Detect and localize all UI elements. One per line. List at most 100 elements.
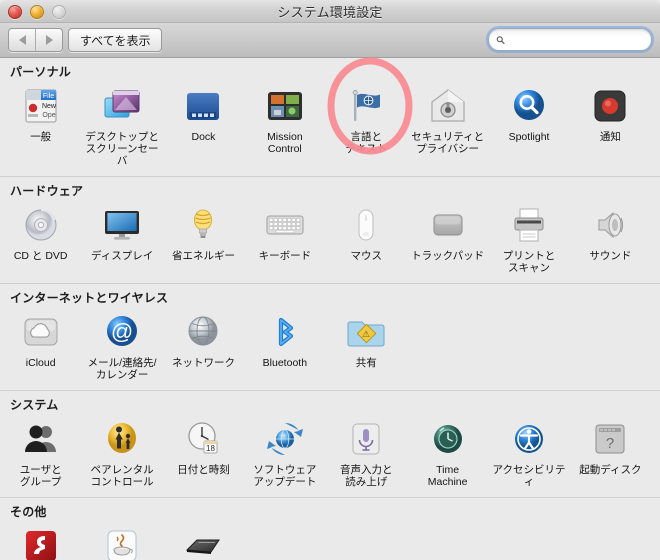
svg-text:File: File <box>43 93 54 100</box>
date-time-icon: 18 <box>181 417 225 461</box>
search-icon <box>496 35 505 44</box>
pref-pane-spotlight[interactable]: Spotlight <box>488 82 569 170</box>
window-titlebar: システム環境設定 <box>0 0 660 23</box>
pref-pane-wacom-tablet[interactable]: ワコム タブレット <box>163 522 244 560</box>
energy-saver-icon <box>181 203 225 247</box>
pref-pane-label: プリントと スキャン <box>502 250 556 274</box>
system-preferences-window: システム環境設定 すべてを表示 パーソナル File New Ope 一般 デスクトップと… <box>0 0 660 560</box>
section-title: ハードウェア <box>10 184 84 198</box>
svg-text:⚠: ⚠ <box>362 329 370 339</box>
pref-pane-label: メール/連絡先/カレンダー <box>87 357 157 381</box>
pref-pane-time-machine[interactable]: Time Machine <box>407 415 488 491</box>
users-groups-icon <box>19 417 63 461</box>
general-icon: File New Ope <box>19 84 63 128</box>
pref-pane-flash-player[interactable]: Flash Player <box>0 522 81 560</box>
pref-pane-trackpad[interactable]: トラックパッド <box>407 201 488 277</box>
section-title: インターネットとワイヤレス <box>10 291 169 305</box>
pref-pane-security-privacy[interactable]: セキュリティと プライバシー <box>407 82 488 170</box>
navigation-segmented-control[interactable] <box>8 28 63 52</box>
pref-pane-label: トラックパッド <box>411 250 485 262</box>
window-title: システム環境設定 <box>277 5 383 20</box>
pref-pane-mail-contacts-calendars[interactable]: @ メール/連絡先/カレンダー <box>81 308 162 384</box>
pref-pane-cd-dvd[interactable]: CD と DVD <box>0 201 81 277</box>
pref-pane-software-update[interactable]: ソフトウェア アップデート <box>244 415 325 491</box>
security-privacy-icon <box>426 84 470 128</box>
network-icon <box>181 310 225 354</box>
pref-pane-sharing[interactable]: ⚠ 共有 <box>326 308 407 384</box>
pref-pane-date-time[interactable]: 18 日付と時刻 <box>163 415 244 491</box>
preference-section: インターネットとワイヤレス iCloud @ メール/連絡先/カレンダー ネットワーク B… <box>0 283 660 390</box>
pref-pane-label: マウス <box>350 250 383 262</box>
pref-pane-label: ソフトウェア アップデート <box>253 464 317 488</box>
pref-pane-general[interactable]: File New Ope 一般 <box>0 82 81 170</box>
pref-pane-language-text[interactable]: 言語と テキスト <box>326 82 407 170</box>
trackpad-icon <box>426 203 470 247</box>
preference-section: その他 Flash PlayerJavaワコム タブレット <box>0 497 660 560</box>
pref-pane-label: ディスプレイ <box>90 250 154 262</box>
dictation-speech-icon <box>344 417 388 461</box>
icloud-icon <box>19 310 63 354</box>
section-title: システム <box>10 398 59 412</box>
bluetooth-icon <box>263 310 307 354</box>
search-input[interactable] <box>509 31 651 48</box>
dock-icon <box>181 84 225 128</box>
pref-pane-desktop-screensaver[interactable]: デスクトップと スクリーンセーバ <box>81 82 162 170</box>
section-title: パーソナル <box>10 65 72 79</box>
preference-section: ハードウェア CD と DVD ディスプレイ 省エネルギー キーボード マウス トラックパッ… <box>0 176 660 283</box>
pref-pane-label: ペアレンタル コントロール <box>90 464 154 488</box>
pref-pane-displays[interactable]: ディスプレイ <box>81 201 162 277</box>
pref-pane-print-scan[interactable]: プリントと スキャン <box>488 201 569 277</box>
pref-pane-dock[interactable]: Dock <box>163 82 244 170</box>
preference-grid: File New Ope 一般 デスクトップと スクリーンセーバ Dock Mission Co… <box>0 82 660 176</box>
pref-pane-label: 日付と時刻 <box>177 464 230 476</box>
pref-pane-label: 通知 <box>599 131 621 143</box>
search-field[interactable] <box>488 28 652 51</box>
mail-contacts-calendars-icon: @ <box>100 310 144 354</box>
preference-grid: iCloud @ メール/連絡先/カレンダー ネットワーク Bluetooth ⚠ 共有 <box>0 308 660 390</box>
time-machine-icon <box>426 417 470 461</box>
pref-pane-keyboard[interactable]: キーボード <box>244 201 325 277</box>
chevron-left-icon <box>18 35 26 45</box>
pref-pane-notifications[interactable]: 通知 <box>570 82 651 170</box>
pref-pane-label: 言語と テキスト <box>345 131 388 155</box>
pref-pane-label: Bluetooth <box>262 357 308 369</box>
pref-pane-label: Mission Control <box>267 131 303 155</box>
mission-control-icon <box>263 84 307 128</box>
startup-disk-icon: ? <box>588 417 632 461</box>
pref-pane-bluetooth[interactable]: Bluetooth <box>244 308 325 384</box>
svg-text:?: ? <box>606 435 614 452</box>
cd-dvd-icon <box>19 203 63 247</box>
pref-pane-mission-control[interactable]: Mission Control <box>244 82 325 170</box>
back-button[interactable] <box>9 29 35 51</box>
pref-pane-label: 音声入力と 読み上げ <box>340 464 393 488</box>
flash-player-icon <box>19 524 63 560</box>
sharing-icon: ⚠ <box>344 310 388 354</box>
pref-pane-users-groups[interactable]: ユーザと グループ <box>0 415 81 491</box>
pref-pane-sound[interactable]: サウンド <box>570 201 651 277</box>
pref-pane-label: Spotlight <box>508 131 550 143</box>
pref-pane-label: ユーザと グループ <box>19 464 62 488</box>
section-title: その他 <box>10 505 47 519</box>
pref-pane-label: 共有 <box>355 357 377 369</box>
pref-pane-icloud[interactable]: iCloud <box>0 308 81 384</box>
pref-pane-label: 起動ディスク <box>579 464 642 476</box>
desktop-screensaver-icon <box>100 84 144 128</box>
pref-pane-accessibility[interactable]: アクセシビリティ <box>488 415 569 491</box>
pref-pane-startup-disk[interactable]: ? 起動ディスク <box>570 415 651 491</box>
show-all-button[interactable]: すべてを表示 <box>68 28 163 52</box>
pref-pane-parental-controls[interactable]: ペアレンタル コントロール <box>81 415 162 491</box>
forward-button[interactable] <box>35 29 62 51</box>
pref-pane-energy-saver[interactable]: 省エネルギー <box>163 201 244 277</box>
pref-pane-java[interactable]: Java <box>81 522 162 560</box>
wacom-tablet-icon <box>181 524 225 560</box>
print-scan-icon <box>507 203 551 247</box>
pref-pane-network[interactable]: ネットワーク <box>163 308 244 384</box>
pref-pane-label: サウンド <box>589 250 632 262</box>
svg-text:18: 18 <box>207 444 216 453</box>
toolbar: すべてを表示 <box>0 23 660 58</box>
pref-pane-label: 一般 <box>30 131 52 143</box>
pref-pane-mouse[interactable]: マウス <box>326 201 407 277</box>
pref-pane-dictation-speech[interactable]: 音声入力と 読み上げ <box>326 415 407 491</box>
preference-grid: Flash PlayerJavaワコム タブレット <box>0 522 660 560</box>
preference-grid: ユーザと グループ ペアレンタル コントロール 18 日付と時刻 ソフトウェア アップデート音… <box>0 415 660 497</box>
